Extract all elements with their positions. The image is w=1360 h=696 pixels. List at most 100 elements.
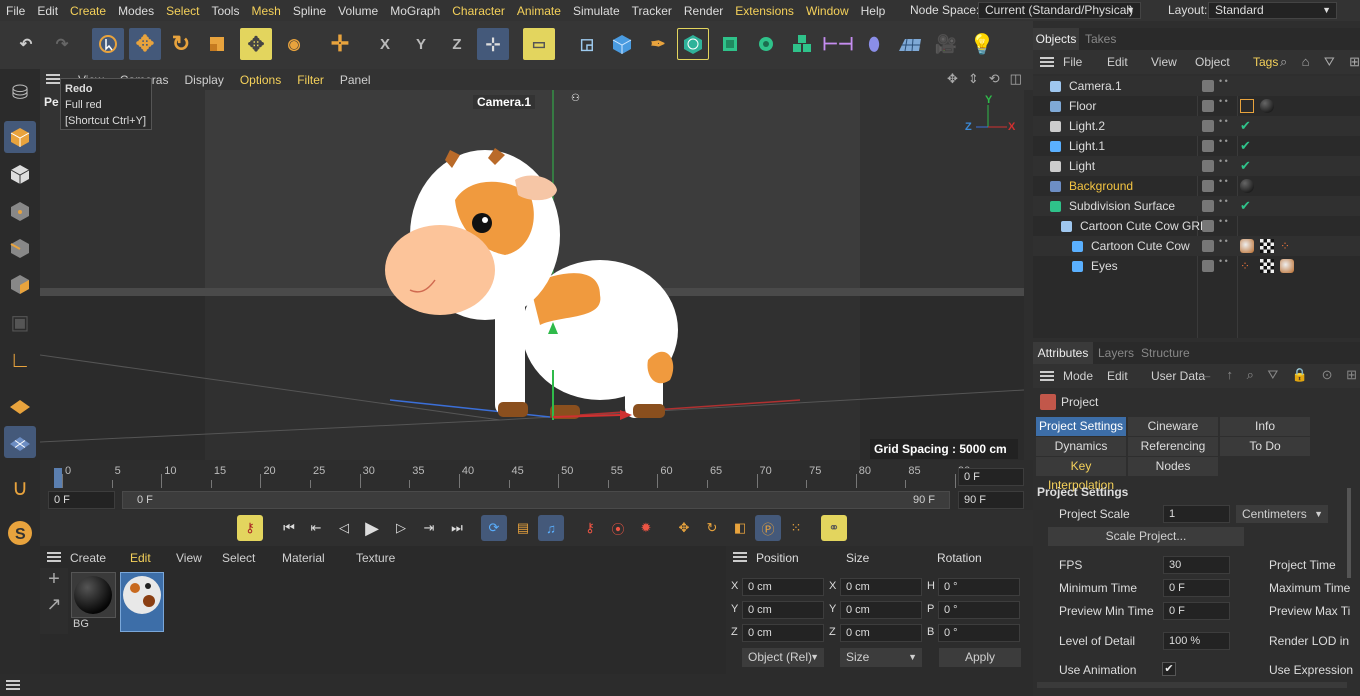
coord-mode-dropdown[interactable]: Object (Rel) ▼ xyxy=(742,648,824,667)
menu-character[interactable]: Character xyxy=(446,4,511,18)
object-row[interactable]: Light.1 • • ✔ xyxy=(1033,136,1360,156)
attribute-menu-user-data[interactable]: User Data xyxy=(1151,369,1205,383)
redo-button[interactable]: ↷ xyxy=(46,28,78,60)
attribute-hamburger-icon[interactable] xyxy=(1040,371,1054,381)
snap-button[interactable]: ∪ xyxy=(4,472,36,504)
goto-start-button[interactable]: ⏮ xyxy=(276,515,302,541)
menu-create[interactable]: Create xyxy=(64,4,112,18)
viewport-menu-options[interactable]: Options xyxy=(232,73,289,87)
key-interpolation-button[interactable]: Key Interpolation xyxy=(1036,457,1126,492)
preview-min-field[interactable]: 0 F xyxy=(1163,602,1230,620)
start-frame-field[interactable]: 0 F xyxy=(48,491,115,509)
object-row[interactable]: Light.2 • • ✔ xyxy=(1033,116,1360,136)
minimum-time-field[interactable]: 0 F xyxy=(1163,579,1230,597)
objects-menu-object[interactable]: Object xyxy=(1195,55,1230,69)
tag-checker-icon[interactable] xyxy=(1260,259,1274,273)
key-param-button[interactable]: Ⓟ xyxy=(755,515,781,541)
visibility-dots-icon[interactable]: • • xyxy=(1219,197,1228,206)
visibility-dots-icon[interactable]: • • xyxy=(1219,137,1228,146)
menu-mograph[interactable]: MoGraph xyxy=(384,4,446,18)
record-active-button[interactable]: ⚷ xyxy=(577,515,603,541)
target-icon[interactable]: ⊙ xyxy=(1322,367,1333,383)
end-frame-field[interactable]: 90 F xyxy=(958,491,1024,509)
floor-button[interactable] xyxy=(894,28,926,60)
point-mode-button[interactable] xyxy=(4,195,36,227)
apply-button[interactable]: Apply xyxy=(939,648,1021,667)
menu-spline[interactable]: Spline xyxy=(287,4,332,18)
position-z-field[interactable]: 0 cm xyxy=(742,624,824,642)
key-pla-button[interactable]: ⁙ xyxy=(783,515,809,541)
dynamics-button[interactable]: Dynamics xyxy=(1036,437,1126,456)
tab-attributes[interactable]: Attributes xyxy=(1033,342,1093,364)
filter-icon[interactable]: ⛛ xyxy=(1267,367,1278,383)
timeline-ruler[interactable]: 051015202530354045505560657075808590 xyxy=(40,460,1033,490)
object-row[interactable]: Camera.1 • • xyxy=(1033,76,1360,96)
next-frame-button[interactable]: ▷ xyxy=(388,515,414,541)
cartoon-material-swatch[interactable] xyxy=(120,572,164,632)
range-bar[interactable]: 0 F 90 F xyxy=(122,491,950,509)
extrude-button[interactable] xyxy=(714,28,746,60)
next-key-button[interactable]: ⇥ xyxy=(416,515,442,541)
attribute-menu-mode[interactable]: Mode xyxy=(1063,369,1093,383)
project-scale-field[interactable]: 1 xyxy=(1163,505,1230,523)
object-row[interactable]: Cartoon Cute Cow • • ⁘ xyxy=(1033,236,1360,256)
tab-takes[interactable]: Takes xyxy=(1085,28,1116,50)
camera-link-icon[interactable]: ⚇ xyxy=(571,93,580,104)
material-hamburger-icon[interactable] xyxy=(47,552,61,562)
subdivision-button[interactable] xyxy=(677,28,709,60)
prev-key-button[interactable]: ⇤ xyxy=(303,515,329,541)
filter-icon[interactable]: ⛛ xyxy=(1324,54,1335,70)
cube-button[interactable] xyxy=(606,28,638,60)
z-axis-lock-button[interactable]: Z xyxy=(441,28,473,60)
loop-button[interactable]: ⟳ xyxy=(481,515,507,541)
mograph-button[interactable] xyxy=(786,28,818,60)
visibility-dots-icon[interactable]: • • xyxy=(1219,217,1228,226)
units-dropdown[interactable]: Centimeters ▼ xyxy=(1236,505,1328,523)
material-menu-view[interactable]: View xyxy=(176,551,202,565)
node-space-dropdown[interactable]: Current (Standard/Physical) ▼ xyxy=(978,2,1141,19)
search-icon[interactable]: ⌕ xyxy=(1247,367,1254,383)
field-button[interactable]: ⬮ xyxy=(858,28,890,60)
scale-tool-button[interactable] xyxy=(201,28,233,60)
script-button[interactable]: S xyxy=(4,517,36,549)
render-region-button[interactable]: ▭ xyxy=(523,28,555,60)
add-material-icon[interactable]: + xyxy=(40,568,68,594)
attribute-horizontal-scrollbar[interactable] xyxy=(1037,682,1347,688)
viewport-menu-filter[interactable]: Filter xyxy=(289,73,332,87)
uv-mode-button[interactable]: ▣ xyxy=(4,306,36,338)
tag-check-icon[interactable]: ✔ xyxy=(1240,139,1254,153)
visibility-dots-icon[interactable]: • • xyxy=(1219,157,1228,166)
grid-snap-button[interactable] xyxy=(4,426,36,458)
material-menu-select[interactable]: Select xyxy=(222,551,255,565)
visibility-dots-icon[interactable]: • • xyxy=(1219,97,1228,106)
material-menu-create[interactable]: Create xyxy=(70,551,106,565)
todo-button[interactable]: To Do xyxy=(1220,437,1310,456)
deformer-button[interactable]: ⊢⊣ xyxy=(822,28,854,60)
objects-menu-file[interactable]: File xyxy=(1063,55,1082,69)
objects-menu-hamburger-icon[interactable] xyxy=(1040,57,1054,67)
workplane-button[interactable] xyxy=(4,389,36,421)
visibility-dots-icon[interactable]: • • xyxy=(1219,117,1228,126)
tag-checker-icon[interactable] xyxy=(1260,239,1274,253)
object-row[interactable]: Cartoon Cute Cow GRP • • xyxy=(1033,216,1360,236)
key-rotation-button[interactable]: ↻ xyxy=(699,515,725,541)
new-window-icon[interactable]: ⊞ xyxy=(1346,367,1357,383)
menu-tracker[interactable]: Tracker xyxy=(626,4,678,18)
attribute-scrollbar[interactable] xyxy=(1347,488,1351,578)
polygon-mode-button[interactable] xyxy=(4,268,36,300)
motion-clip-button[interactable]: ⚭ xyxy=(821,515,847,541)
toggle-layout-icon[interactable]: ◫ xyxy=(1010,71,1022,87)
edit-visibility-icon[interactable] xyxy=(1202,200,1214,212)
y-axis-lock-button[interactable]: Y xyxy=(405,28,437,60)
edit-visibility-icon[interactable] xyxy=(1202,160,1214,172)
undo-button[interactable]: ↶ xyxy=(10,28,42,60)
tag-check-icon[interactable]: ✔ xyxy=(1240,199,1254,213)
menu-simulate[interactable]: Simulate xyxy=(567,4,626,18)
edit-visibility-icon[interactable] xyxy=(1202,220,1214,232)
position-y-field[interactable]: 0 cm xyxy=(742,601,824,619)
search-icon[interactable]: ⌕ xyxy=(1280,54,1287,70)
status-hamburger-icon[interactable] xyxy=(6,680,20,690)
edge-mode-button[interactable] xyxy=(4,232,36,264)
hamburger-icon[interactable] xyxy=(46,74,60,84)
autokey-button[interactable]: ⦿ xyxy=(605,515,631,541)
